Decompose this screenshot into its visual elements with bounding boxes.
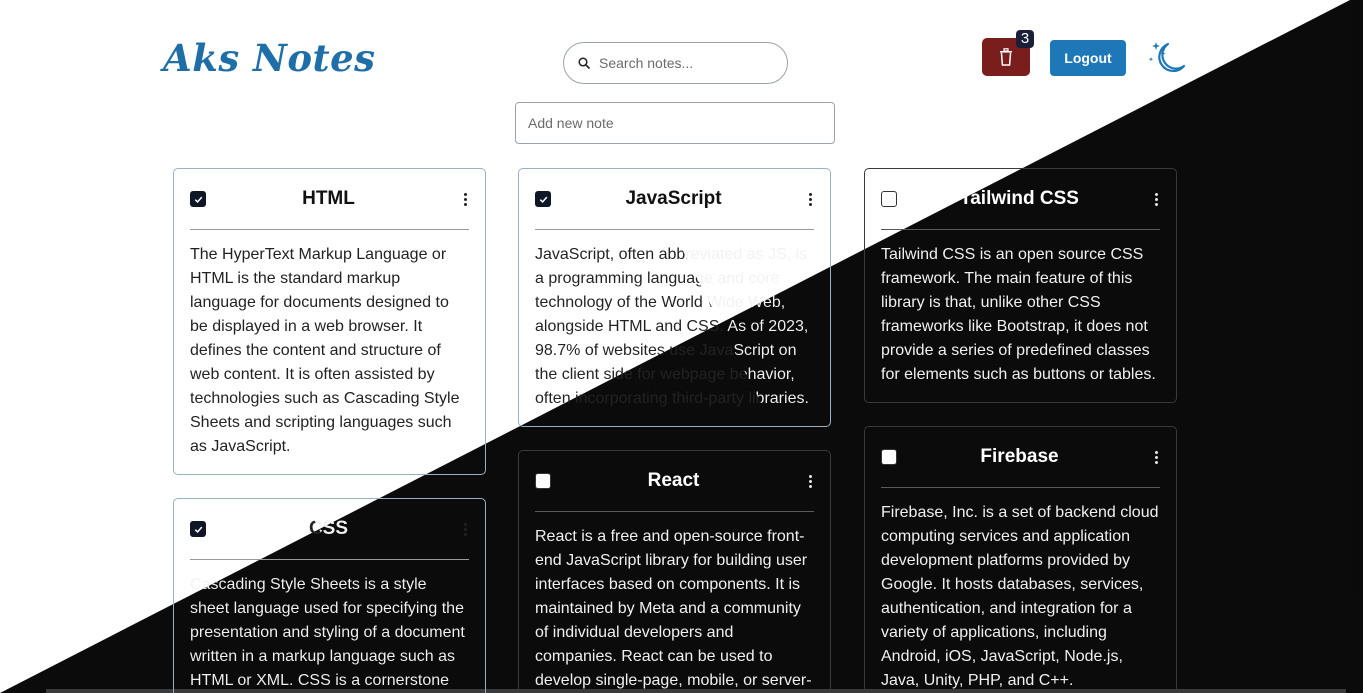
kebab-menu-icon[interactable] — [806, 192, 814, 206]
note-card[interactable]: Firebase Firebase, Inc. is a set of back… — [864, 426, 1177, 693]
app-title: Aks Notes — [163, 36, 376, 80]
note-body: Tailwind CSS is an open source CSS frame… — [881, 246, 1156, 383]
add-note-input[interactable] — [528, 115, 834, 131]
search-bar[interactable] — [563, 42, 788, 84]
add-note-field[interactable] — [515, 102, 835, 144]
note-card[interactable]: CSS Cascading Style Sheets is a style sh… — [173, 498, 486, 693]
note-card-header: React — [535, 451, 814, 512]
note-title: Tailwind CSS — [960, 188, 1079, 209]
note-checkbox[interactable] — [190, 191, 206, 207]
kebab-menu-icon[interactable] — [1152, 450, 1160, 464]
note-card-header: Firebase — [881, 427, 1160, 488]
trash-count-badge: 3 — [1016, 30, 1034, 48]
note-body: Firebase, Inc. is a set of backend cloud… — [881, 504, 1159, 689]
note-checkbox[interactable] — [881, 191, 897, 207]
note-card[interactable]: Tailwind CSS Tailwind CSS is an open sou… — [864, 168, 1177, 403]
note-checkbox[interactable] — [535, 191, 551, 207]
note-body: React is a free and open-source front-en… — [535, 528, 812, 689]
search-icon — [578, 57, 590, 69]
kebab-menu-icon[interactable] — [1152, 192, 1160, 206]
note-body: The HyperText Markup Language or HTML is… — [190, 246, 460, 455]
search-input[interactable] — [599, 55, 769, 71]
note-title: HTML — [302, 188, 355, 209]
note-card[interactable]: JavaScript JavaScript, often abbreviated… — [518, 168, 831, 427]
note-body: Cascading Style Sheets is a style sheet … — [190, 560, 469, 693]
note-checkbox[interactable] — [535, 473, 551, 489]
kebab-menu-icon[interactable] — [461, 522, 469, 536]
note-checkbox[interactable] — [190, 521, 206, 537]
check-icon — [194, 526, 202, 533]
theme-toggle-button[interactable] — [1146, 38, 1188, 78]
note-title: JavaScript — [625, 188, 722, 209]
note-title: React — [647, 470, 700, 491]
note-title: CSS — [206, 518, 461, 540]
moon-stars-icon — [1148, 42, 1186, 73]
note-card[interactable]: React React is a free and open-source fr… — [518, 450, 831, 693]
logout-button[interactable]: Logout — [1050, 40, 1126, 76]
note-card-header: Tailwind CSS — [881, 169, 1160, 230]
note-card[interactable]: HTML The HyperText Markup Language or HT… — [173, 168, 486, 475]
kebab-menu-icon[interactable] — [461, 192, 469, 206]
trash-icon — [1000, 48, 1012, 66]
note-body: JavaScript, often abbreviated as JS, is … — [535, 230, 814, 427]
kebab-menu-icon[interactable] — [806, 474, 814, 488]
note-title: Firebase — [980, 446, 1059, 467]
note-card-header: CSS — [190, 499, 469, 560]
check-icon — [194, 196, 202, 203]
note-card-header: HTML — [190, 169, 469, 230]
trash-button[interactable]: 3 — [982, 30, 1034, 76]
note-checkbox[interactable] — [881, 449, 897, 465]
note-card-header: JavaScript — [535, 169, 814, 230]
check-icon — [539, 196, 547, 203]
vertical-scrollbar[interactable] — [1352, 0, 1361, 594]
